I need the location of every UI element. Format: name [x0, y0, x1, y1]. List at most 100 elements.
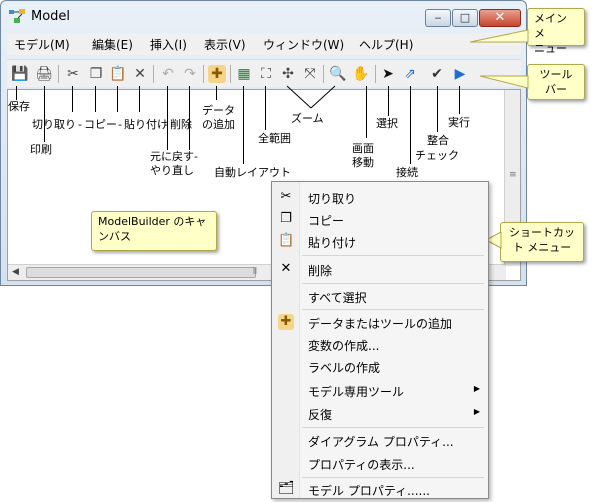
menu-view[interactable]: 表示(V) — [204, 36, 246, 53]
menu-item-label: モデル プロパティ...... — [308, 484, 430, 498]
auto-layout-icon[interactable]: ▦ — [235, 65, 253, 83]
menu-item-select-all[interactable]: すべて選択 — [272, 285, 488, 307]
menu-item-delete[interactable]: ✕ 削除 — [272, 258, 488, 280]
maximize-icon: □ — [459, 11, 471, 24]
leader-line — [44, 86, 45, 142]
paste-icon: 📋 — [278, 233, 295, 248]
full-extent-icon[interactable]: ⛶ — [257, 65, 275, 83]
callout-toolbar: ツール バー — [527, 64, 585, 100]
minimize-icon: ‒ — [434, 11, 442, 24]
menu-separator — [302, 255, 484, 256]
delete-icon[interactable]: ✕ — [131, 65, 149, 83]
connect-icon[interactable]: ⇗ — [401, 65, 419, 83]
menu-item-cut[interactable]: ✂ 切り取り — [272, 186, 488, 208]
annotation-validate-1: 整合 — [427, 134, 449, 147]
print-icon[interactable]: 🖨 — [35, 65, 53, 83]
cut-icon: ✂ — [280, 189, 292, 204]
run-icon[interactable]: ▶ — [451, 65, 469, 83]
menu-item-model-properties[interactable]: 🗂 モデル プロパティ...... — [272, 478, 488, 500]
annotation-dash: - — [164, 118, 168, 131]
leader-line — [366, 86, 367, 138]
annotation-save: 保存 — [8, 100, 30, 113]
annotation-copy: コピー — [84, 118, 117, 131]
model-properties-icon: 🗂 — [278, 481, 295, 496]
menu-edit[interactable]: 編集(E) — [92, 36, 133, 53]
validate-icon[interactable]: ✔ — [428, 65, 446, 83]
copy-icon[interactable]: ❐ — [87, 65, 105, 83]
annotation-zoom: ズーム — [291, 112, 324, 125]
delete-icon: ✕ — [280, 261, 292, 276]
annotation-dash: - — [118, 118, 122, 131]
menu-item-copy[interactable]: ❐ コピー — [272, 208, 488, 230]
annotation-run: 実行 — [448, 116, 470, 129]
select-icon[interactable]: ➤ — [379, 65, 397, 83]
cut-icon[interactable]: ✂ — [64, 65, 82, 83]
title-bar[interactable]: Model ‒ □ ✕ — [1, 1, 526, 31]
annotation-undo-redo-2: やり直し — [150, 164, 194, 177]
menu-item-iterators[interactable]: 反復 ▶ — [272, 402, 488, 424]
redo-icon[interactable]: ↷ — [181, 65, 199, 83]
menu-window[interactable]: ウィンドウ(W) — [263, 36, 344, 53]
callout-main-menu: メイン メ ニュー — [527, 8, 585, 55]
menu-item-label: 貼り付け — [308, 236, 357, 250]
undo-icon[interactable]: ↶ — [159, 65, 177, 83]
menu-separator — [302, 309, 484, 310]
paste-icon[interactable]: 📋 — [109, 65, 127, 83]
scroll-left-icon[interactable]: ◀ — [12, 267, 19, 277]
menu-help[interactable]: ヘルプ(H) — [359, 36, 413, 53]
pan-icon[interactable]: ✋ — [352, 65, 370, 83]
leader-line — [16, 86, 17, 100]
menu-item-create-label[interactable]: ラベルの作成 — [272, 355, 488, 377]
add-data-icon[interactable]: ✚ — [208, 65, 226, 83]
zoom-in-fixed-icon[interactable]: ✣ — [279, 65, 297, 83]
submenu-arrow-icon: ▶ — [473, 407, 480, 416]
menu-item-label: モデル専用ツール — [308, 385, 405, 399]
annotation-select: 選択 — [376, 117, 398, 130]
annotation-paste: 貼り付け — [124, 118, 168, 131]
annotation-pan-2: 移動 — [352, 156, 374, 169]
callout-shortcut-menu: ショートカッ ト メニュー — [500, 222, 584, 262]
menu-item-label: 変数の作成... — [308, 339, 380, 353]
leader-line — [72, 86, 73, 112]
zoom-icon[interactable]: 🔍 — [329, 65, 347, 83]
annotation-full-extent: 全範囲 — [258, 132, 291, 145]
window-title: Model — [31, 9, 71, 24]
annotation-dash: - — [78, 118, 82, 131]
annotation-print: 印刷 — [30, 143, 52, 156]
copy-icon: ❐ — [280, 211, 292, 226]
toolbar-separator — [375, 65, 376, 83]
scroll-grip-icon: ≡ — [509, 170, 517, 180]
annotation-validate-2: チェック — [415, 149, 459, 162]
close-button[interactable]: ✕ — [479, 9, 521, 27]
leader-line — [95, 86, 96, 112]
leader-line — [388, 86, 389, 116]
zoom-leader-lines — [286, 85, 336, 109]
menu-insert[interactable]: 挿入(I) — [150, 36, 187, 53]
menu-item-create-variable[interactable]: 変数の作成... — [272, 333, 488, 355]
menu-item-label: 反復 — [308, 408, 333, 422]
add-data-icon: ✚ — [278, 314, 294, 330]
save-icon[interactable]: 💾 — [11, 65, 29, 83]
menu-item-paste[interactable]: 📋 貼り付け — [272, 230, 488, 252]
menu-item-diagram-properties[interactable]: ダイアグラム プロパティ... — [272, 429, 488, 451]
shortcut-menu: ✂ 切り取り ❐ コピー 📋 貼り付け ✕ 削除 すべて選択 ✚ データまたはツ… — [271, 181, 489, 499]
menu-item-model-only-tools[interactable]: モデル専用ツール ▶ — [272, 379, 488, 401]
callout-pointer — [470, 29, 529, 43]
leader-line — [216, 86, 217, 100]
leader-line — [139, 86, 140, 112]
horizontal-scroll-thumb[interactable] — [26, 267, 256, 278]
annotation-delete: 削除 — [170, 118, 192, 131]
menu-item-add-data[interactable]: ✚ データまたはツールの追加 — [272, 311, 488, 333]
minimize-button[interactable]: ‒ — [425, 9, 451, 27]
maximize-button[interactable]: □ — [452, 9, 478, 27]
leader-line — [437, 86, 438, 132]
annotation-undo-redo-1: 元に戻す- — [150, 150, 198, 163]
leader-line — [410, 86, 411, 164]
menu-model[interactable]: モデル(M) — [14, 36, 70, 53]
menu-item-show-properties[interactable]: プロパティの表示... — [272, 452, 488, 474]
zoom-out-fixed-icon[interactable]: ⤧ — [301, 65, 319, 83]
menu-separator — [302, 427, 484, 428]
leader-line — [243, 86, 244, 164]
menu-item-label: 切り取り — [308, 192, 357, 206]
submenu-arrow-icon: ▶ — [473, 384, 480, 393]
